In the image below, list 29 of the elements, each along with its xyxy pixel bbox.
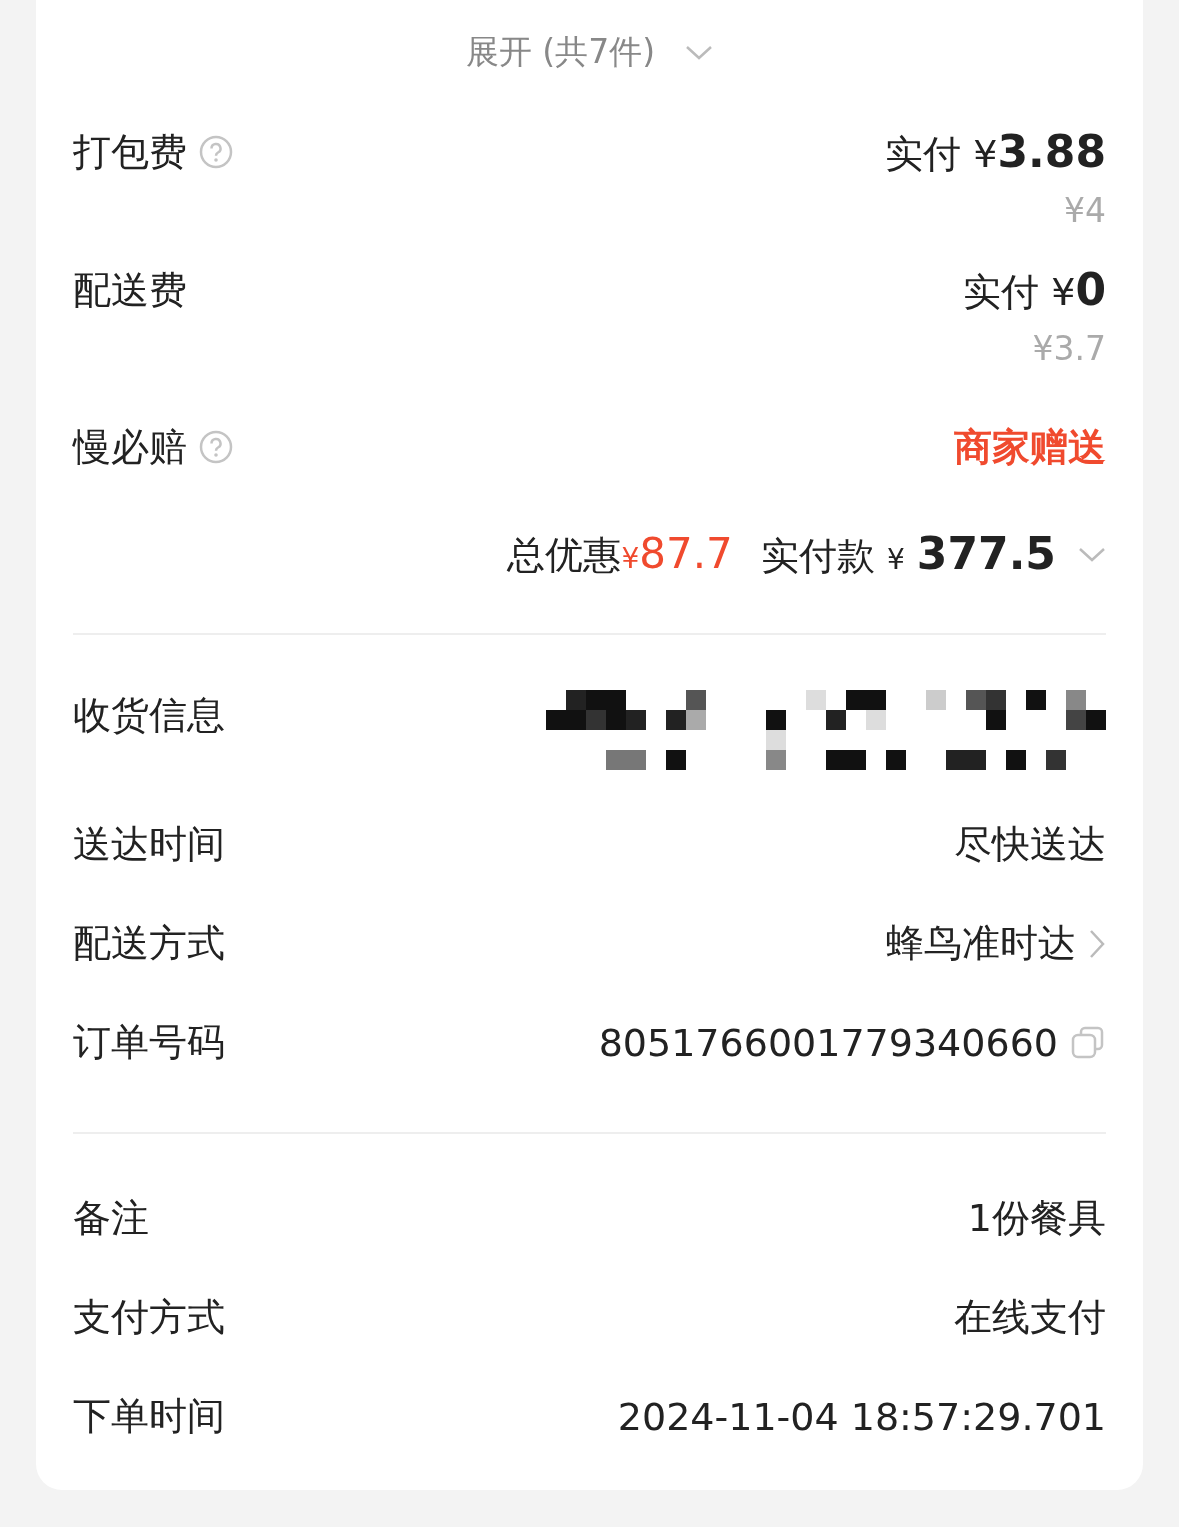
info-value: 1份餐具: [967, 1195, 1106, 1242]
info-value: 2024-11-04 18:57:29.701: [617, 1394, 1106, 1439]
info-label: 备注: [73, 1195, 149, 1242]
paid-amount: 实付 ¥0: [963, 265, 1106, 317]
delivery-method-link[interactable]: 蜂鸟准时达: [886, 918, 1076, 969]
original-price: ¥3.7: [1032, 328, 1106, 370]
info-value: 尽快送达: [954, 821, 1106, 868]
info-label: 订单号码: [73, 1019, 225, 1066]
discount-total: 总优惠¥87.7: [507, 529, 733, 580]
copy-icon[interactable]: [1070, 1024, 1106, 1061]
chevron-down-icon: [685, 44, 714, 61]
help-icon[interactable]: [199, 135, 233, 169]
expand-link[interactable]: 展开 (共7件): [465, 30, 656, 75]
info-label: 送达时间: [73, 821, 225, 868]
info-label: 下单时间: [73, 1393, 225, 1440]
chevron-down-icon: [1078, 547, 1106, 563]
info-value: 在线支付: [954, 1294, 1106, 1341]
fee-label: 打包费: [73, 129, 187, 176]
info-label: 支付方式: [73, 1294, 225, 1341]
paid-total: 实付款 ¥ 377.5: [760, 528, 1056, 581]
paid-amount: 实付 ¥3.88: [885, 127, 1106, 179]
gift-label: 商家赠送: [954, 424, 1106, 471]
info-label: 配送方式: [73, 920, 225, 967]
fee-label: 配送费: [73, 267, 187, 314]
info-label: 收货信息: [73, 692, 225, 739]
original-price: ¥4: [1064, 190, 1106, 232]
help-icon[interactable]: [199, 430, 233, 464]
fee-label: 慢必赔: [73, 424, 187, 471]
order-number: 8051766001779340660: [598, 1020, 1058, 1065]
